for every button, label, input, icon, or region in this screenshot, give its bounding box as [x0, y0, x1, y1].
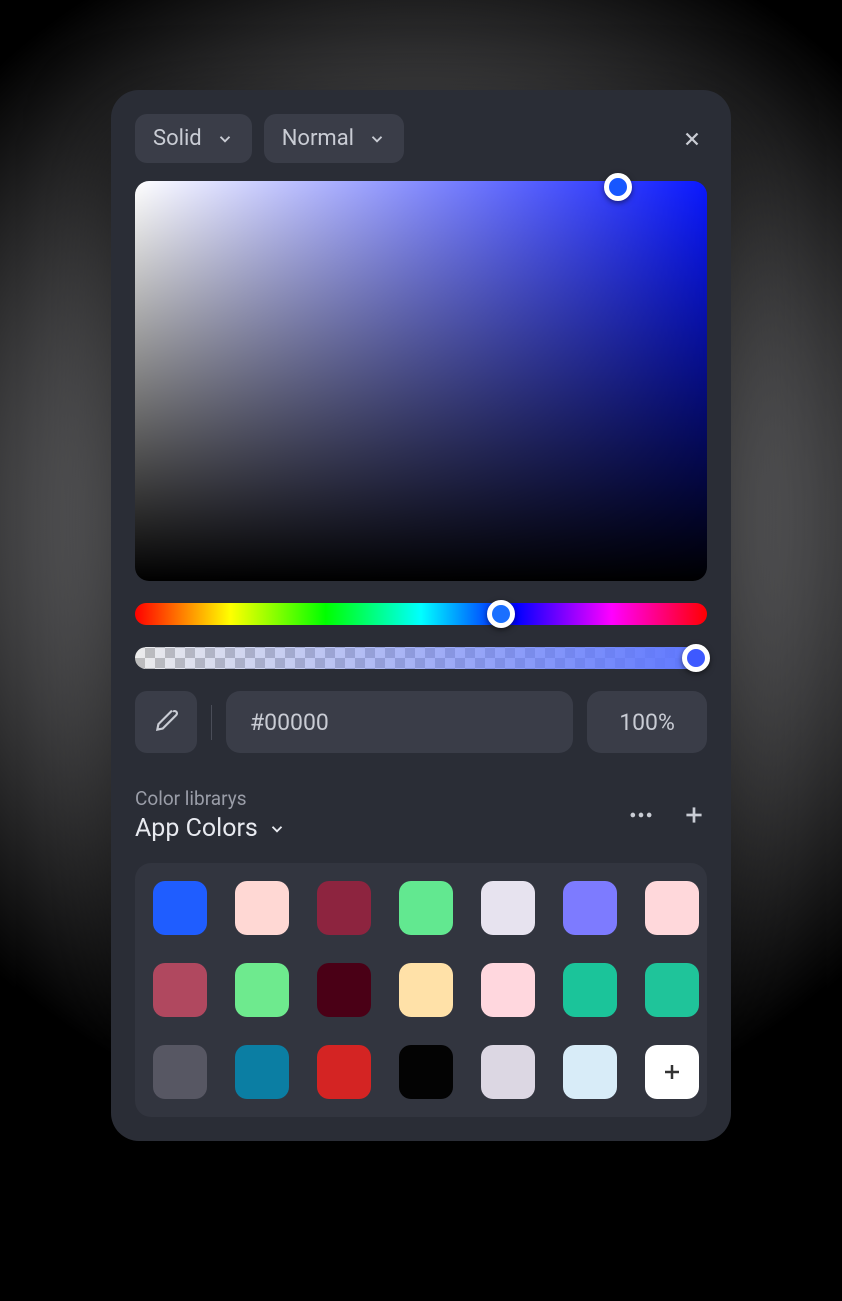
color-swatch[interactable] [563, 1045, 617, 1099]
color-swatch[interactable] [235, 963, 289, 1017]
hue-slider[interactable] [135, 603, 707, 625]
chevron-down-icon [268, 820, 286, 838]
blend-mode-dropdown[interactable]: Normal [264, 114, 404, 163]
color-swatch[interactable] [481, 1045, 535, 1099]
color-swatch[interactable] [563, 963, 617, 1017]
library-add-button[interactable] [681, 802, 707, 828]
hue-handle[interactable] [487, 600, 515, 628]
color-swatch[interactable] [399, 1045, 453, 1099]
opacity-input[interactable]: 100% [587, 691, 707, 753]
color-picker-panel: Solid Normal #00000 100% Col [111, 90, 731, 1141]
add-swatch-button[interactable] [645, 1045, 699, 1099]
library-name: App Colors [135, 814, 258, 843]
color-swatch[interactable] [317, 881, 371, 935]
alpha-handle[interactable] [682, 644, 710, 672]
color-swatch[interactable] [399, 963, 453, 1017]
chevron-down-icon [368, 130, 386, 148]
fill-type-label: Solid [153, 126, 202, 151]
swatch-grid [153, 881, 689, 1099]
hex-value: #00000 [250, 709, 329, 736]
color-swatch[interactable] [153, 881, 207, 935]
library-section-label: Color librarys [135, 787, 627, 810]
color-swatch[interactable] [645, 881, 699, 935]
blend-mode-label: Normal [282, 126, 354, 151]
library-dropdown[interactable]: App Colors [135, 814, 627, 843]
color-swatch[interactable] [481, 881, 535, 935]
more-horizontal-icon [627, 801, 655, 829]
plus-icon [681, 802, 707, 828]
color-swatch[interactable] [153, 963, 207, 1017]
library-header: Color librarys App Colors [135, 787, 707, 843]
alpha-slider[interactable] [135, 647, 707, 669]
color-swatch[interactable] [317, 1045, 371, 1099]
chevron-down-icon [216, 130, 234, 148]
topbar: Solid Normal [135, 114, 707, 163]
color-swatch[interactable] [645, 963, 699, 1017]
saturation-value-area[interactable] [135, 181, 707, 581]
color-swatch[interactable] [481, 963, 535, 1017]
opacity-value: 100% [619, 709, 675, 736]
input-row: #00000 100% [135, 691, 707, 753]
color-swatch[interactable] [399, 881, 453, 935]
color-swatch[interactable] [235, 881, 289, 935]
divider [211, 705, 212, 740]
color-swatch[interactable] [563, 881, 617, 935]
swatch-block [135, 863, 707, 1117]
color-swatch[interactable] [317, 963, 371, 1017]
hex-input[interactable]: #00000 [226, 691, 573, 753]
color-swatch[interactable] [235, 1045, 289, 1099]
close-button[interactable] [677, 124, 707, 154]
plus-icon [660, 1060, 684, 1084]
library-more-button[interactable] [627, 801, 655, 829]
color-swatch[interactable] [153, 1045, 207, 1099]
fill-type-dropdown[interactable]: Solid [135, 114, 252, 163]
eyedropper-button[interactable] [135, 691, 197, 753]
sv-handle[interactable] [604, 173, 632, 201]
close-icon [681, 128, 703, 150]
eyedropper-icon [153, 709, 179, 735]
